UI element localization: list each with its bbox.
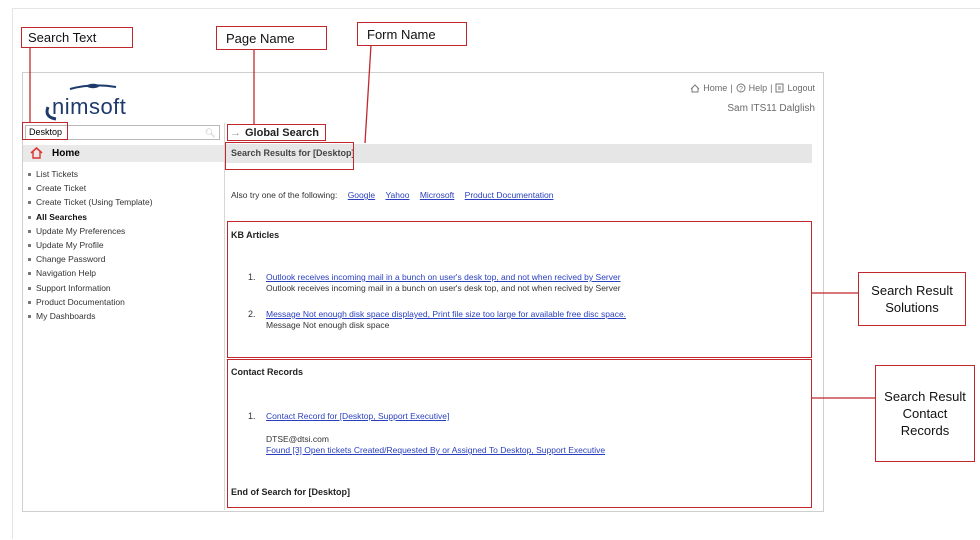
sidebar-item-home[interactable]: Home [23, 145, 224, 162]
nimsoft-logo[interactable]: nimsoft [30, 81, 160, 121]
sidebar-item[interactable]: Support Information [23, 282, 153, 295]
also-try-label: Also try one of the following: [231, 190, 338, 200]
sidebar-item-label: Change Password [36, 254, 106, 265]
sidebar-item[interactable]: Update My Profile [23, 239, 153, 252]
sidebar-item-label: List Tickets [36, 169, 79, 179]
user-name: Sam ITS11 Dalglish [727, 103, 815, 114]
bullet-icon [28, 215, 31, 219]
sidebar-item[interactable]: All Searches [23, 211, 153, 224]
top-links: Home | ? Help | Logout [690, 83, 815, 93]
sidebar-item[interactable]: Create Ticket (Using Template) [23, 196, 153, 209]
microsoft-link[interactable]: Microsoft [420, 190, 454, 200]
home-icon [30, 147, 43, 159]
callout-search-result-solutions: Search Result Solutions [858, 272, 966, 326]
bullet-icon [28, 187, 31, 191]
bullet-icon [28, 286, 31, 290]
yahoo-link[interactable]: Yahoo [385, 190, 409, 200]
bullet-icon [28, 173, 31, 176]
sidebar-item-label: Support Information [36, 282, 111, 293]
sidebar-menu: List Tickets Create Ticket Create Ticket (… [23, 168, 153, 324]
bullet-icon [28, 300, 31, 304]
also-try-row: Also try one of the following: Google Ya… [231, 190, 554, 200]
help-icon: ? [736, 83, 746, 93]
svg-text:?: ? [739, 86, 743, 93]
sidebar-item[interactable]: Product Documentation [23, 296, 153, 309]
bullet-icon [28, 201, 31, 205]
sidebar-item[interactable]: List Tickets [23, 168, 153, 181]
home-link[interactable]: Home [703, 83, 727, 93]
home-icon [690, 83, 700, 92]
sidebar-item[interactable]: Create Ticket [23, 182, 153, 195]
bullet-icon [28, 258, 31, 262]
callout-form-name: Form Name [357, 22, 467, 46]
sidebar-item-label: Create Ticket [36, 183, 87, 194]
product-documentation-link[interactable]: Product Documentation [465, 190, 554, 200]
sidebar-item[interactable]: Navigation Help [23, 267, 153, 280]
callout-search-result-contact-records: Search Result Contact Records [875, 365, 975, 462]
separator: | [730, 83, 733, 93]
sidebar-item[interactable]: Update My Preferences [23, 225, 153, 238]
sidebar-home-label: Home [52, 148, 80, 159]
bullet-icon [28, 272, 31, 276]
contact-records-highlight [227, 359, 812, 508]
separator: | [770, 83, 773, 93]
bullet-icon [28, 243, 31, 247]
sidebar-item-label: Update My Preferences [36, 225, 126, 236]
logout-link[interactable]: Logout [787, 83, 815, 93]
logout-icon [775, 83, 784, 93]
sidebar-item-label: Create Ticket (Using Template) [36, 197, 153, 208]
bullet-icon [28, 229, 31, 233]
sidebar-item-label: My Dashboards [36, 310, 96, 321]
google-link[interactable]: Google [348, 190, 375, 200]
callout-search-text: Search Text [21, 27, 133, 48]
sidebar-item[interactable]: Change Password [23, 253, 153, 266]
kb-articles-highlight [227, 221, 812, 358]
sidebar-item-label: Product Documentation [36, 296, 125, 307]
logo-text: nimsoft [52, 94, 127, 119]
page-name-highlight [227, 124, 326, 141]
callout-page-name: Page Name [216, 26, 327, 50]
help-link[interactable]: Help [749, 83, 768, 93]
sidebar-item-label: All Searches [36, 211, 88, 222]
search-text-highlight [22, 122, 68, 140]
search-icon[interactable]: 🔍︎ [205, 127, 216, 140]
sidebar-item-label: Update My Profile [36, 239, 104, 250]
bullet-icon [28, 314, 31, 318]
sidebar: Desktop 🔍︎ Home List Tickets Create Ticke… [23, 123, 225, 510]
sidebar-item-label: Navigation Help [36, 268, 97, 279]
form-name-highlight [225, 142, 354, 170]
sidebar-item[interactable]: My Dashboards [23, 310, 153, 323]
app-header: nimsoft Home | ? Help | Logout Sam ITS11 D… [23, 73, 823, 121]
